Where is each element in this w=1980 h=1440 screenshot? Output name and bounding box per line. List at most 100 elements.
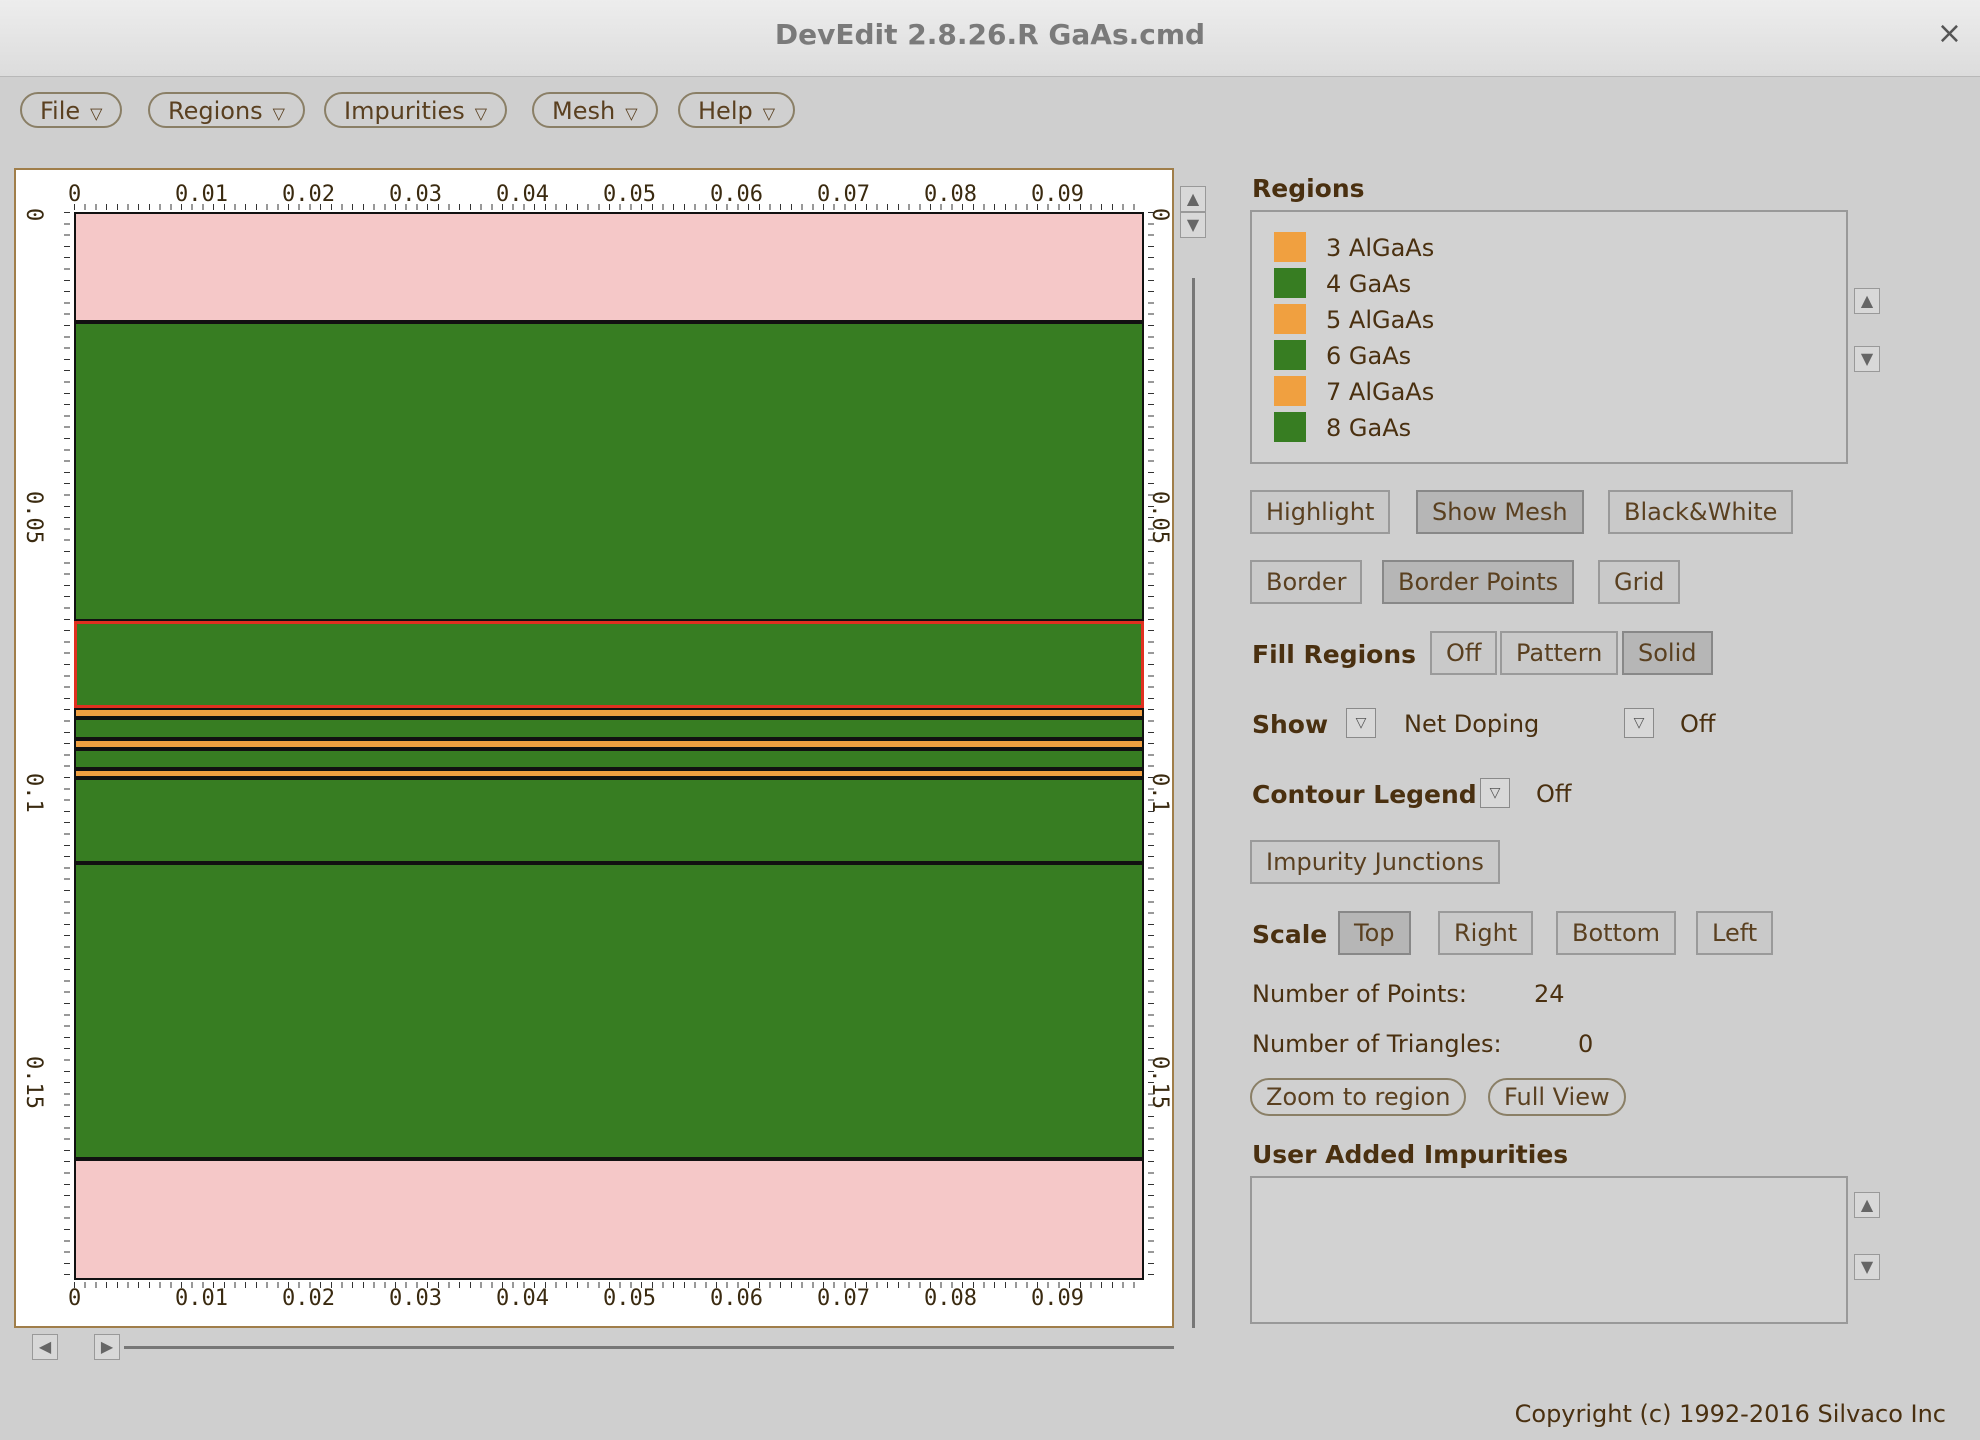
row1-black-white-button[interactable]: Black&White	[1608, 490, 1794, 534]
region-scroll-up-icon[interactable]: ▲	[1854, 288, 1880, 314]
dropdown-triangle-icon: ▽	[272, 104, 285, 123]
dropdown-triangle-icon: ▽	[625, 104, 638, 123]
x-tick-label: 0.05	[603, 1286, 656, 1311]
regions-label: Regions	[1252, 174, 1365, 203]
menu-label: Mesh	[552, 97, 616, 125]
menu-mesh[interactable]: Mesh ▽	[532, 92, 658, 128]
menu-help[interactable]: Help ▽	[678, 92, 796, 128]
scale-opts-right-button[interactable]: Right	[1438, 911, 1534, 955]
devedit-window: DevEdit 2.8.26.R GaAs.cmd × File ▽ Regions…	[0, 0, 1980, 1440]
structure-canvas[interactable]: 0 0 0.01 0.01 0.02 0.02 0.03 0.03 0.04 0.04 0.05 0.…	[14, 168, 1174, 1328]
scroll-down-icon[interactable]: ▼	[1180, 212, 1206, 238]
impurity-scroll-up-icon[interactable]: ▲	[1854, 1192, 1880, 1218]
scroll-left-icon[interactable]: ◀	[32, 1334, 58, 1360]
scroll-right-icon[interactable]: ▶	[94, 1334, 120, 1360]
scroll-up-icon[interactable]: ▲	[1180, 186, 1206, 212]
menu-label: File	[40, 97, 81, 125]
x-tick-label: 0.06	[710, 1286, 763, 1311]
show-type-dropdown-icon[interactable]: ▽	[1624, 708, 1654, 738]
y-tick-label: 0.15	[21, 1055, 46, 1109]
region-label: 7 AlGaAs	[1326, 378, 1435, 406]
scale-label: Scale	[1252, 920, 1328, 949]
fill-opts-pattern-button[interactable]: Pattern	[1500, 631, 1619, 675]
row1-show-mesh-button[interactable]: Show Mesh	[1416, 490, 1584, 534]
close-icon[interactable]: ×	[1937, 16, 1962, 51]
show-dropdown-icon[interactable]: ▽	[1346, 708, 1376, 738]
region-label: 4 GaAs	[1326, 270, 1412, 298]
vertical-scrollbar[interactable]: ▲ ▼	[1180, 168, 1208, 1328]
impurity-junctions-button[interactable]: Impurity Junctions	[1250, 840, 1500, 884]
layer-gaas[interactable]	[74, 718, 1144, 739]
x-tick-label: 0.07	[817, 1286, 870, 1311]
layer-gaas[interactable]	[74, 620, 1144, 708]
layer-gaas[interactable]	[74, 748, 1144, 769]
menu-label: Help	[698, 97, 753, 125]
y-tick-label: 0.05	[21, 490, 46, 544]
layer-gaas[interactable]	[74, 778, 1144, 863]
title-bar: DevEdit 2.8.26.R GaAs.cmd ×	[0, 0, 1980, 77]
x-tick-label: 0.04	[496, 1286, 549, 1311]
contour-dropdown-icon[interactable]: ▽	[1480, 778, 1510, 808]
region-color-swatch	[1274, 412, 1306, 442]
row1-highlight-button[interactable]: Highlight	[1250, 490, 1391, 534]
region-color-swatch	[1274, 268, 1306, 298]
num-triangles-value: 0	[1578, 1030, 1594, 1058]
scale-opts-top-button[interactable]: Top	[1338, 911, 1411, 955]
tick-marks	[74, 204, 1144, 210]
layer-pink[interactable]	[74, 1158, 1144, 1280]
layer-algaas[interactable]	[74, 738, 1144, 749]
contour-value: Off	[1536, 780, 1572, 808]
horizontal-scrollbar[interactable]: ◀ ▶	[14, 1334, 1174, 1362]
layer-algaas[interactable]	[74, 707, 1144, 719]
region-label: 6 GaAs	[1326, 342, 1412, 370]
fill-opts-solid-button[interactable]: Solid	[1622, 631, 1713, 675]
layer-algaas[interactable]	[74, 768, 1144, 779]
show-value-off: Off	[1680, 710, 1716, 738]
regions-list[interactable]: 3 AlGaAs 4 GaAs 5 AlGaAs 6 GaAs 7 AlGaAs 8 Ga…	[1250, 210, 1848, 464]
region-color-swatch	[1274, 376, 1306, 406]
contour-legend-label: Contour Legend	[1252, 780, 1477, 809]
tick-marks	[74, 1282, 1144, 1288]
scale-opts-left-button[interactable]: Left	[1696, 911, 1774, 955]
x-tick-label: 0.08	[924, 1286, 977, 1311]
num-points-value: 24	[1534, 980, 1565, 1008]
scroll-track[interactable]	[124, 1346, 1174, 1349]
full-view-button[interactable]: Full View	[1488, 1078, 1626, 1116]
window-title: DevEdit 2.8.26.R GaAs.cmd	[774, 18, 1206, 51]
region-scroll-down-icon[interactable]: ▼	[1854, 346, 1880, 372]
fill-opts-off-button[interactable]: Off	[1430, 631, 1498, 675]
menu-regions[interactable]: Regions ▽	[148, 92, 305, 128]
row2-grid-button[interactable]: Grid	[1598, 560, 1681, 604]
user-impurities-list[interactable]	[1250, 1176, 1848, 1324]
dropdown-triangle-icon: ▽	[762, 104, 776, 123]
num-triangles-label: Number of Triangles:	[1252, 1030, 1502, 1058]
y-tick-label: 0	[21, 208, 46, 222]
region-color-swatch	[1274, 304, 1306, 334]
region-label: 5 AlGaAs	[1326, 306, 1435, 334]
dropdown-triangle-icon: ▽	[90, 104, 103, 123]
row2-border-button[interactable]: Border	[1250, 560, 1363, 604]
row2-border-points-button[interactable]: Border Points	[1382, 560, 1575, 604]
region-label: 8 GaAs	[1326, 414, 1412, 442]
tick-marks	[64, 212, 70, 1280]
scroll-track[interactable]	[1192, 278, 1195, 1328]
fill-regions-label: Fill Regions	[1252, 640, 1417, 669]
show-value: Net Doping	[1404, 710, 1540, 738]
menu-file[interactable]: File ▽	[20, 92, 123, 128]
impurity-scroll-down-icon[interactable]: ▼	[1854, 1254, 1880, 1280]
show-label: Show	[1252, 710, 1329, 739]
x-tick-label: 0.02	[282, 1286, 335, 1311]
layer-gaas[interactable]	[74, 862, 1144, 1159]
x-tick-label: 0.03	[389, 1286, 442, 1311]
scale-opts-bottom-button[interactable]: Bottom	[1556, 911, 1677, 955]
zoom-to-region-button[interactable]: Zoom to region	[1250, 1078, 1467, 1116]
menu-impurities[interactable]: Impurities ▽	[324, 92, 508, 128]
layer-gaas[interactable]	[74, 321, 1144, 621]
menu-label: Regions	[168, 97, 263, 125]
region-color-swatch	[1274, 232, 1306, 262]
dropdown-triangle-icon: ▽	[474, 104, 488, 123]
copyright-text: Copyright (c) 1992-2016 Silvaco Inc	[1514, 1400, 1946, 1428]
layer-pink[interactable]	[74, 212, 1144, 322]
x-tick-label: 0.01	[175, 1286, 228, 1311]
y-tick-label: 0.1	[21, 773, 46, 813]
